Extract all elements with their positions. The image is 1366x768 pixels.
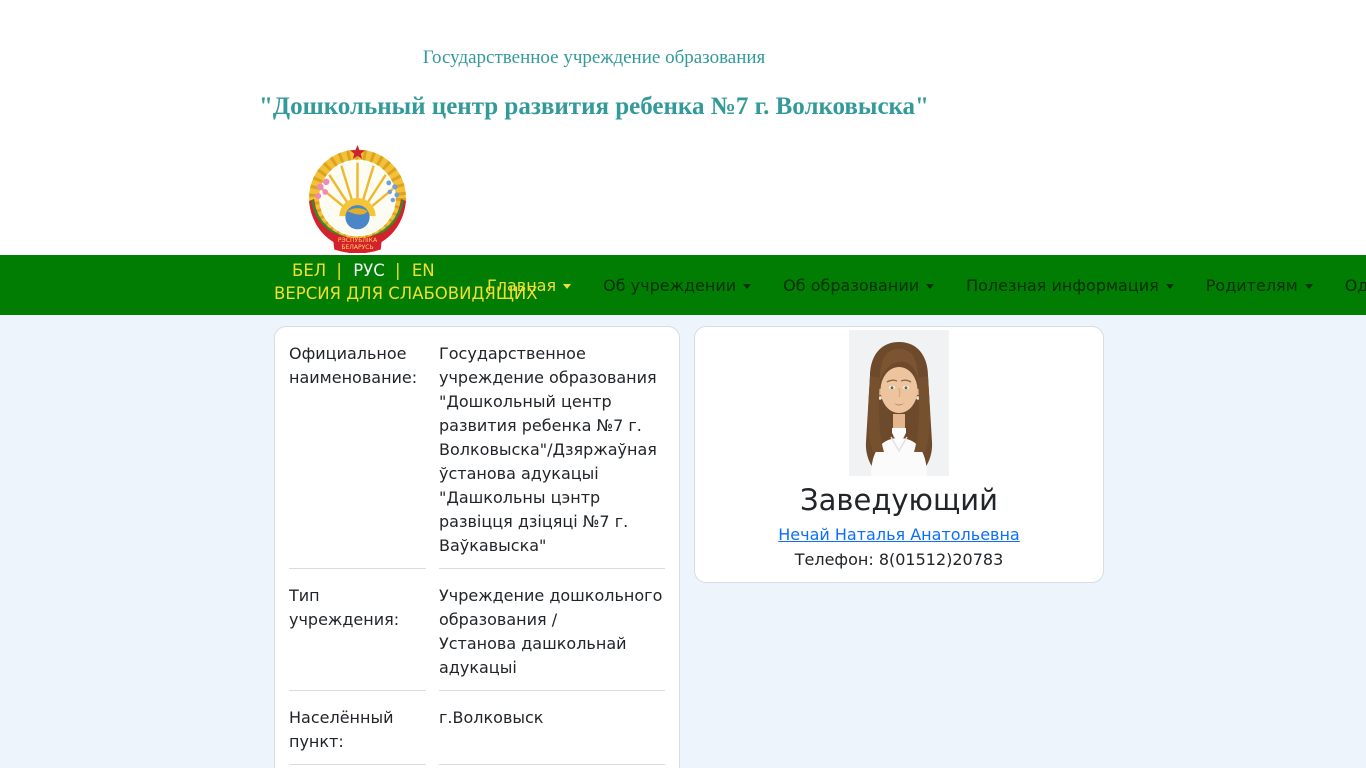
nav-item-label: Об образовании bbox=[783, 275, 920, 295]
org-name-heading: "Дошкольный центр развития ребенка №7 г.… bbox=[259, 93, 929, 120]
nav-item-parents[interactable]: Родителям bbox=[1190, 276, 1329, 295]
row-label: Тип учреждения: bbox=[289, 568, 426, 690]
director-phone: Телефон: 8(01512)20783 bbox=[794, 550, 1004, 569]
nav-item-label: Полезная информация bbox=[966, 275, 1159, 295]
table-row: Тип учреждения: Учреждение дошкольного о… bbox=[289, 568, 665, 690]
language-switcher: БЕЛ | РУС | EN bbox=[292, 260, 435, 281]
director-photo bbox=[849, 330, 949, 476]
table-row: Населённый пункт: г.Волковыск bbox=[289, 690, 665, 764]
nav-item-label: Об учреждении bbox=[603, 275, 737, 295]
director-position-title: Заведующий bbox=[800, 483, 998, 517]
main-content: Официальное наименование: Государственно… bbox=[0, 315, 1366, 768]
nav-item-label: Родителям bbox=[1205, 275, 1298, 295]
coat-of-arms-belarus: РЭСПУБЛІКА БЕЛАРУСЬ bbox=[302, 141, 413, 253]
lang-separator: | bbox=[336, 261, 342, 280]
nav-menu: Главная Об учреждении Об образовании Пол… bbox=[471, 255, 1366, 315]
table-row bbox=[289, 764, 665, 768]
lang-rus-link[interactable]: РУС bbox=[353, 261, 385, 280]
emblem-ribbon-text-line2: БЕЛАРУСЬ bbox=[341, 244, 373, 251]
nav-item-label: Одно окно bbox=[1344, 275, 1366, 295]
chevron-down-icon bbox=[926, 284, 935, 289]
row-label bbox=[289, 764, 426, 768]
institution-info-card: Официальное наименование: Государственно… bbox=[274, 326, 680, 768]
emblem-ribbon-text-line1: РЭСПУБЛІКА bbox=[338, 237, 378, 244]
table-row: Официальное наименование: Государственно… bbox=[289, 327, 665, 568]
chevron-down-icon bbox=[743, 284, 752, 289]
coat-of-arms-icon: РЭСПУБЛІКА БЕЛАРУСЬ bbox=[309, 145, 406, 253]
chevron-down-icon bbox=[563, 284, 572, 289]
nav-item-home[interactable]: Главная bbox=[471, 276, 587, 295]
lang-bel-link[interactable]: БЕЛ bbox=[292, 261, 326, 280]
lang-en-link[interactable]: EN bbox=[412, 261, 435, 280]
director-portrait-image bbox=[849, 330, 949, 476]
row-value bbox=[439, 764, 665, 768]
chevron-down-icon bbox=[1165, 284, 1174, 289]
row-value: Учреждение дошкольного образования / Уст… bbox=[439, 568, 665, 690]
row-label: Официальное наименование: bbox=[289, 344, 418, 387]
nav-item-about-institution[interactable]: Об учреждении bbox=[587, 276, 767, 295]
row-value: Государственное учреждение образования "… bbox=[439, 344, 657, 555]
director-name-link[interactable]: Нечай Наталья Анатольевна bbox=[778, 525, 1019, 545]
nav-item-useful-info[interactable]: Полезная информация bbox=[950, 276, 1190, 295]
chevron-down-icon bbox=[1304, 284, 1313, 289]
main-navbar: БЕЛ | РУС | EN ВЕРСИЯ ДЛЯ СЛАБОВИДЯЩИХ Г… bbox=[0, 255, 1366, 315]
page: Государственное учреждение образования "… bbox=[0, 0, 1366, 768]
nav-item-label: Главная bbox=[487, 275, 557, 295]
lang-separator: | bbox=[395, 261, 401, 280]
row-value: г.Волковыск bbox=[439, 690, 665, 764]
director-card: Заведующий Нечай Наталья Анатольевна Тел… bbox=[694, 326, 1104, 583]
row-label: Населённый пункт: bbox=[289, 690, 426, 764]
org-type-heading: Государственное учреждение образования bbox=[422, 47, 766, 68]
nav-item-about-education[interactable]: Об образовании bbox=[767, 276, 950, 295]
nav-item-one-window[interactable]: Одно окно bbox=[1329, 276, 1366, 295]
